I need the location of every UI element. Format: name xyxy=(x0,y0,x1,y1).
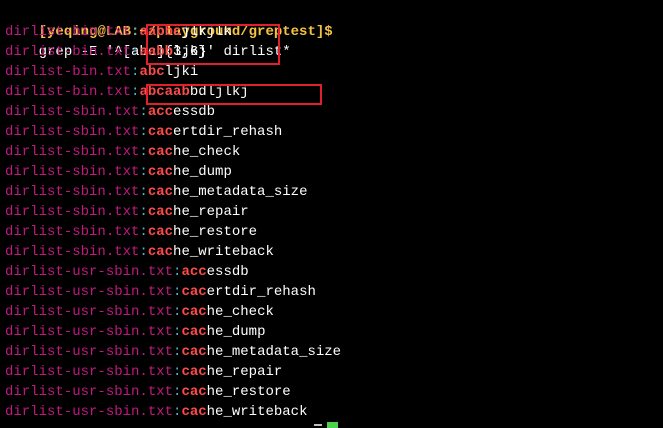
output-line: dirlist-usr-sbin.txt:cache_dump xyxy=(5,322,265,342)
output-filename: dirlist-usr-sbin.txt xyxy=(5,344,174,360)
output-filename: dirlist-bin.txt xyxy=(5,64,132,80)
output-text: he_metadata_size xyxy=(173,184,308,200)
output-filename: dirlist-sbin.txt xyxy=(5,144,140,160)
output-match: cac xyxy=(147,184,174,200)
output-text: essdb xyxy=(206,264,249,280)
output-text: he_restore xyxy=(206,384,291,400)
output-filename: dirlist-bin.txt xyxy=(5,24,132,40)
output-filename: dirlist-bin.txt xyxy=(5,84,132,100)
output-match: cac xyxy=(181,384,207,400)
output-separator: : xyxy=(139,164,148,180)
command-line: [yeqing@LAB:~/playground/greptest]$ grep… xyxy=(5,2,333,60)
output-line: dirlist-sbin.txt:cache_writeback xyxy=(5,242,274,262)
output-filename: dirlist-sbin.txt xyxy=(5,124,140,140)
output-text: ertdir_rehash xyxy=(173,124,283,140)
output-separator: : xyxy=(139,124,148,140)
output-filename: dirlist-sbin.txt xyxy=(5,104,140,120)
output-match: cac xyxy=(147,124,174,140)
output-filename: dirlist-sbin.txt xyxy=(5,164,140,180)
output-line: dirlist-bin.txt:abcljki xyxy=(5,62,198,82)
cursor-underscore xyxy=(314,424,322,426)
output-text: he_dump xyxy=(206,324,266,340)
output-filename: dirlist-sbin.txt xyxy=(5,224,140,240)
output-line: dirlist-usr-sbin.txt:cache_restore xyxy=(5,382,291,402)
output-match: cac xyxy=(181,364,207,380)
annotation-box-2 xyxy=(146,84,322,105)
output-filename: dirlist-sbin.txt xyxy=(5,244,140,260)
output-line: dirlist-sbin.txt:cache_restore xyxy=(5,222,257,242)
output-match: cac xyxy=(147,224,174,240)
output-text: he_repair xyxy=(206,364,283,380)
output-line: dirlist-sbin.txt:cacertdir_rehash xyxy=(5,122,282,142)
output-text: he_dump xyxy=(173,164,232,180)
output-filename: dirlist-sbin.txt xyxy=(5,184,140,200)
output-line: dirlist-usr-sbin.txt:cache_writeback xyxy=(5,402,307,422)
output-separator: : xyxy=(139,204,148,220)
output-filename: dirlist-usr-sbin.txt xyxy=(5,384,174,400)
output-match: cac xyxy=(147,164,174,180)
output-match: cac xyxy=(147,244,174,260)
terminal-window[interactable]: [yeqing@LAB:~/playground/greptest]$ grep… xyxy=(0,0,663,428)
output-line: dirlist-usr-sbin.txt:cache_metadata_size xyxy=(5,342,341,362)
output-match: cac xyxy=(147,144,174,160)
output-filename: dirlist-bin.txt xyxy=(5,44,132,60)
output-line: dirlist-sbin.txt:cache_check xyxy=(5,142,240,162)
output-filename: dirlist-usr-sbin.txt xyxy=(5,284,174,300)
output-separator: : xyxy=(139,184,148,200)
output-match: acc xyxy=(181,264,207,280)
output-line: dirlist-usr-sbin.txt:cache_repair xyxy=(5,362,282,382)
output-match: cac xyxy=(181,344,207,360)
output-text: essdb xyxy=(173,104,216,120)
output-filename: dirlist-usr-sbin.txt xyxy=(5,304,174,320)
output-line: dirlist-sbin.txt:cache_repair xyxy=(5,202,249,222)
output-match: cac xyxy=(181,304,207,320)
output-separator: : xyxy=(139,224,148,240)
output-filename: dirlist-usr-sbin.txt xyxy=(5,324,174,340)
output-filename: dirlist-usr-sbin.txt xyxy=(5,404,174,420)
output-separator: : xyxy=(139,244,148,260)
output-separator: : xyxy=(139,144,148,160)
terminal-cursor xyxy=(327,422,338,428)
output-match: cac xyxy=(181,404,207,420)
output-match: acc xyxy=(147,104,174,120)
output-line: dirlist-sbin.txt:accessdb xyxy=(5,102,215,122)
output-text: ljki xyxy=(164,64,199,80)
output-line: dirlist-sbin.txt:cache_dump xyxy=(5,162,232,182)
output-text: he_check xyxy=(173,144,241,160)
output-match: cac xyxy=(181,324,207,340)
output-separator: : xyxy=(139,104,148,120)
output-match: cac xyxy=(147,204,174,220)
output-match: cac xyxy=(181,284,207,300)
output-text: he_metadata_size xyxy=(206,344,342,360)
output-text: he_restore xyxy=(173,224,258,240)
output-text: he_writeback xyxy=(206,404,308,420)
output-text: he_check xyxy=(206,304,274,320)
output-filename: dirlist-usr-sbin.txt xyxy=(5,364,174,380)
output-filename: dirlist-usr-sbin.txt xyxy=(5,264,174,280)
output-line: dirlist-usr-sbin.txt:cacertdir_rehash xyxy=(5,282,316,302)
output-text: ertdir_rehash xyxy=(206,284,316,300)
output-line: dirlist-usr-sbin.txt:cache_check xyxy=(5,302,274,322)
output-line: dirlist-sbin.txt:cache_metadata_size xyxy=(5,182,307,202)
output-filename: dirlist-sbin.txt xyxy=(5,204,140,220)
annotation-box-1 xyxy=(146,24,280,65)
output-text: he_writeback xyxy=(173,244,274,260)
output-match: abc xyxy=(139,64,165,80)
output-line: dirlist-usr-sbin.txt:accessdb xyxy=(5,262,249,282)
output-text: he_repair xyxy=(173,204,249,220)
